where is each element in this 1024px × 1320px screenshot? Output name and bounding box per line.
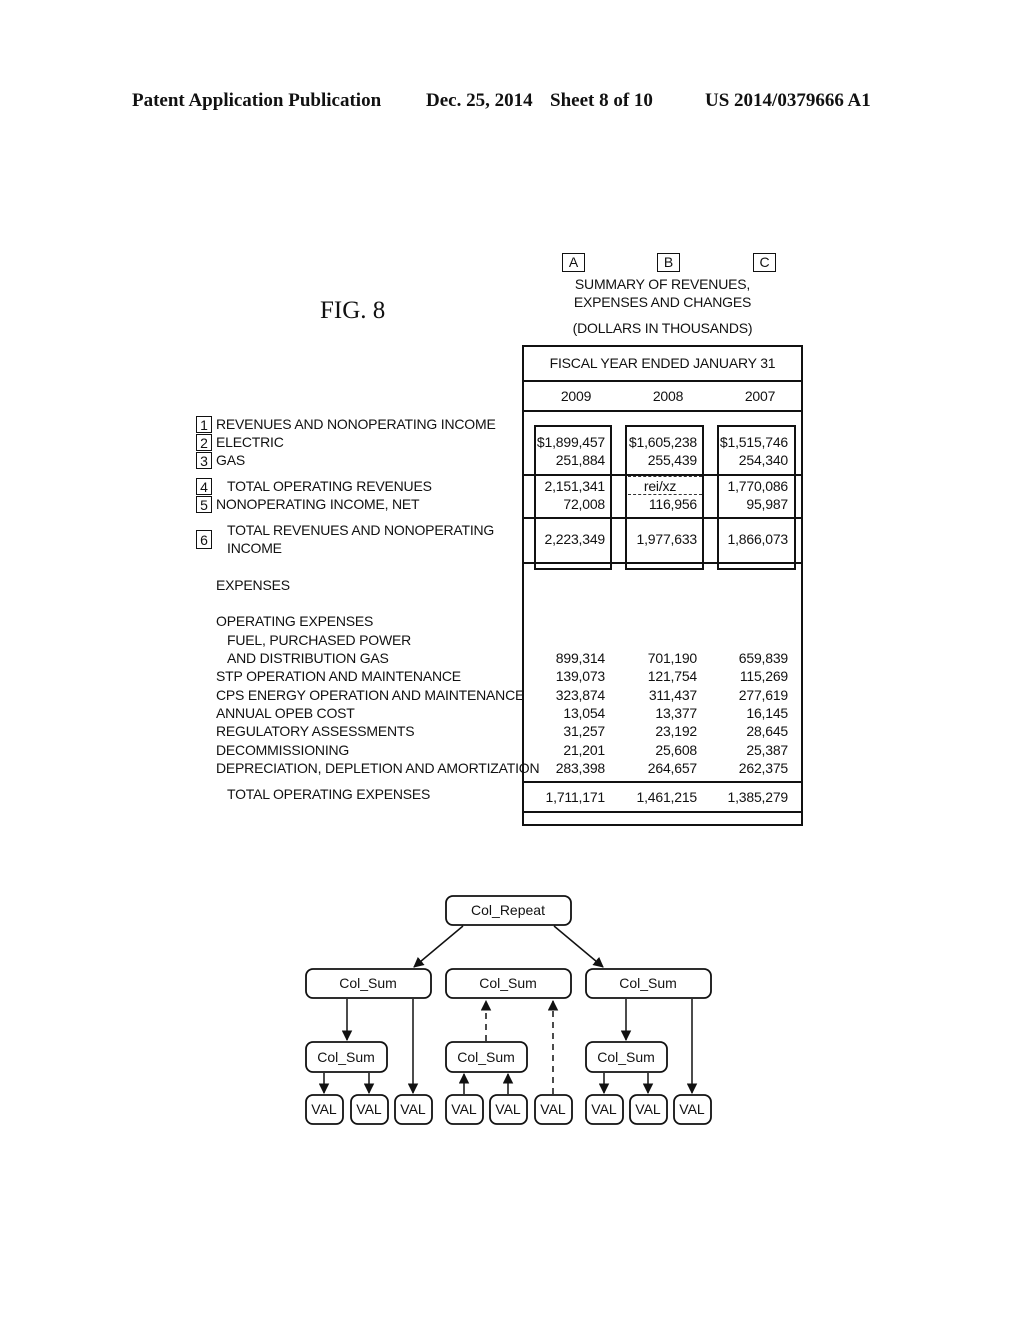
leaf-label: VAL	[311, 1101, 337, 1117]
node-label: Col_Sum	[619, 975, 677, 991]
edge	[553, 925, 604, 968]
edge	[413, 925, 464, 968]
leaf-label: VAL	[635, 1101, 661, 1117]
node-label: Col_Sum	[597, 1049, 655, 1065]
leaf-label: VAL	[679, 1101, 705, 1117]
leaf-label: VAL	[495, 1101, 521, 1117]
leaf-label: VAL	[451, 1101, 477, 1117]
tree-diagram: Col_Repeat Col_Sum Col_Sum Col_Sum Col_S…	[305, 895, 712, 1125]
node-label: Col_Sum	[479, 975, 537, 991]
node-label: Col_Sum	[317, 1049, 375, 1065]
node-label: Col_Sum	[457, 1049, 515, 1065]
node-label: Col_Sum	[339, 975, 397, 991]
leaf-label: VAL	[356, 1101, 382, 1117]
leaf-label: VAL	[591, 1101, 617, 1117]
node-label-root: Col_Repeat	[471, 902, 545, 918]
leaf-label: VAL	[540, 1101, 566, 1117]
leaf-label: VAL	[400, 1101, 426, 1117]
